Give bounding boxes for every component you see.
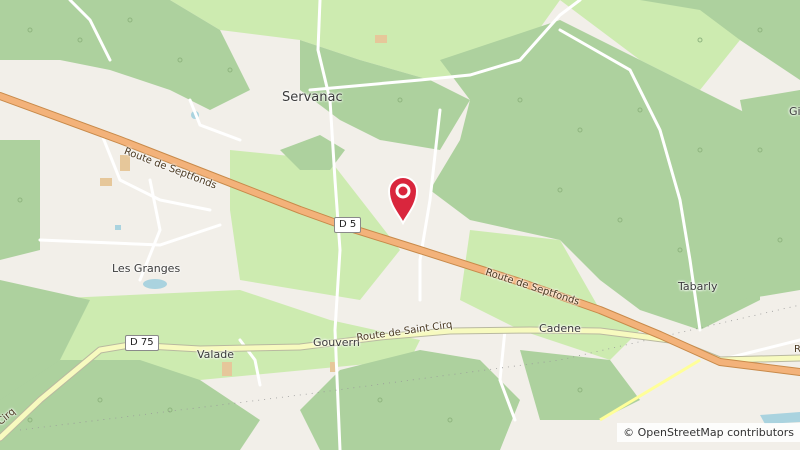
- place-label-valade: Valade: [197, 348, 234, 361]
- location-pin-icon[interactable]: [385, 171, 421, 226]
- map-attribution[interactable]: © OpenStreetMap contributors: [617, 423, 800, 442]
- road-label-r: R: [794, 344, 800, 355]
- place-label-les-granges: Les Granges: [112, 262, 181, 275]
- place-label-tabarly: Tabarly: [678, 280, 718, 293]
- place-label-gouvern: Gouvern: [313, 336, 360, 349]
- attribution-text[interactable]: OpenStreetMap contributors: [638, 426, 794, 439]
- place-label-servanac: Servanac: [282, 90, 343, 105]
- place-label-cadene: Cadene: [539, 322, 581, 335]
- route-shield-d5: D 5: [334, 217, 362, 233]
- place-label-gi: Gi: [789, 105, 800, 118]
- copyright-symbol: ©: [623, 426, 635, 439]
- route-shield-d75: D 75: [125, 335, 159, 351]
